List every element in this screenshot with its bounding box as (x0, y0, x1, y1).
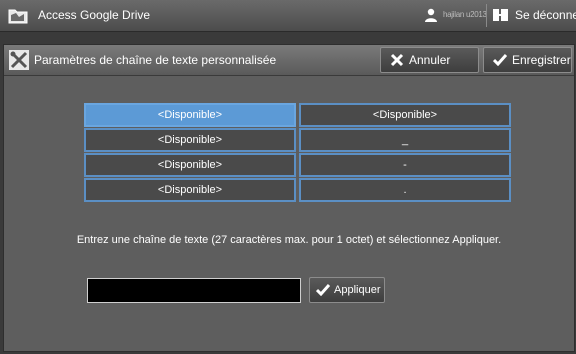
panel-title: Paramètres de chaîne de texte personnali… (34, 53, 277, 67)
apply-button[interactable]: Appliquer (309, 277, 385, 303)
folder-icon (8, 9, 28, 24)
grid-cell[interactable]: <Disponible> (84, 178, 296, 202)
grid-cell[interactable]: - (299, 153, 511, 177)
text-string-grid: <Disponible> <Disponible> <Disponible> _… (84, 103, 511, 202)
checkmark-icon (493, 54, 507, 66)
apply-label: Appliquer (334, 284, 381, 296)
user-icon (425, 8, 437, 22)
save-button[interactable]: Enregistrer (483, 47, 572, 73)
grid-cell[interactable]: <Disponible> (84, 103, 296, 127)
checkmark-icon (316, 284, 330, 296)
logout-icon[interactable] (493, 8, 509, 22)
grid-cell[interactable]: <Disponible> (299, 103, 511, 127)
user-name: hajilan u2013 (443, 10, 487, 19)
cancel-button[interactable]: Annuler (380, 47, 479, 73)
cancel-label: Annuler (409, 53, 451, 67)
tools-icon (9, 50, 29, 70)
text-string-input[interactable] (87, 278, 301, 303)
instruction-text: Entrez une chaîne de texte (27 caractère… (76, 234, 502, 246)
panel-header: Paramètres de chaîne de texte personnali… (4, 45, 574, 76)
close-icon (390, 53, 404, 67)
app-title: Access Google Drive (38, 8, 151, 22)
settings-panel: Paramètres de chaîne de texte personnali… (3, 44, 575, 352)
grid-cell[interactable]: <Disponible> (84, 128, 296, 152)
grid-cell[interactable]: . (299, 178, 511, 202)
divider (486, 4, 487, 27)
logout-button[interactable]: Se déconnecter (515, 8, 576, 22)
grid-cell[interactable]: <Disponible> (84, 153, 296, 177)
grid-cell[interactable]: _ (299, 128, 511, 152)
save-label: Enregistrer (512, 53, 571, 67)
top-bar: Access Google Drive hajilan u2013 Se déc… (0, 0, 576, 32)
